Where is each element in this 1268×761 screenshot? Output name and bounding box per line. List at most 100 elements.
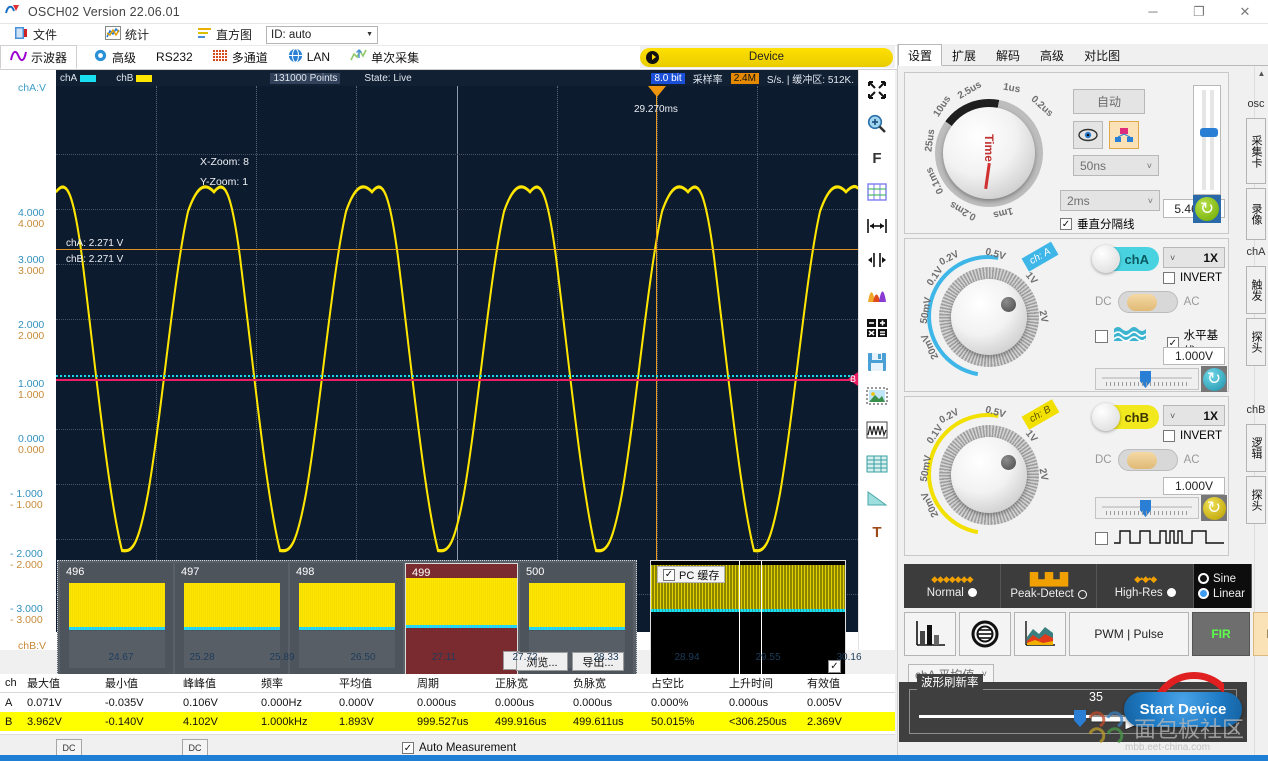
fir-button[interactable]: FIR	[1192, 612, 1250, 656]
menu-item-statistics[interactable]: 统计	[97, 25, 157, 45]
toggle-switch[interactable]	[1118, 449, 1178, 471]
timebase-vertical-slider[interactable]	[1193, 85, 1221, 195]
fft-f-icon[interactable]: F	[862, 144, 892, 172]
side-tab-capture-card[interactable]: 采集卡	[1246, 118, 1266, 184]
pc-buffer-checkbox[interactable]: ✓ PC 缓存	[657, 566, 725, 583]
mode-high-res[interactable]: ◆•◆•◆ High-Res	[1097, 564, 1194, 608]
toggle-switch[interactable]	[1118, 291, 1178, 313]
chB-invert-checkbox[interactable]: INVERT	[1163, 430, 1222, 442]
device-button[interactable]: Device	[640, 48, 893, 67]
mode-normal[interactable]: ◆◆◆◆◆◆◆ Normal	[904, 564, 1001, 608]
waveform-icon[interactable]	[862, 416, 892, 444]
eye-icon-button[interactable]	[1073, 121, 1103, 149]
table-row[interactable]: B 3.962V -0.140V 4.102V 1.000kHz 1.893V …	[0, 712, 895, 731]
table-icon[interactable]	[862, 450, 892, 478]
auto-measurement-checkbox[interactable]: ✓ Auto Measurement	[402, 742, 516, 754]
tab-extensions[interactable]: 扩展	[942, 44, 986, 66]
pwm-pulse-button[interactable]: PWM | Pulse	[1069, 612, 1189, 656]
close-button[interactable]: ✕	[1222, 0, 1268, 24]
chA-offset-slider[interactable]	[1095, 368, 1199, 390]
baseline-chA[interactable]	[56, 375, 858, 377]
text-tool-icon[interactable]: T	[862, 518, 892, 546]
chB-enable-toggle[interactable]: chB	[1095, 405, 1159, 429]
trigger-level-icon-button[interactable]	[1109, 121, 1139, 149]
auto-button[interactable]: 自动	[1073, 89, 1145, 114]
reset-button[interactable]: Reset	[1253, 612, 1268, 656]
histogram-color-icon[interactable]	[862, 280, 892, 308]
zoom-in-icon[interactable]	[862, 110, 892, 138]
image-export-icon[interactable]	[862, 382, 892, 410]
baseline-chB[interactable]	[56, 379, 858, 381]
chA-invert-checkbox[interactable]: INVERT	[1163, 272, 1222, 284]
chA-enable-toggle[interactable]: chA	[1095, 247, 1159, 271]
menu-item-histogram[interactable]: 直方图	[189, 25, 260, 45]
settings-gear-icon-button[interactable]	[959, 612, 1011, 656]
area-chart-icon-button[interactable]	[1014, 612, 1066, 656]
vertical-measure-icon[interactable]	[862, 246, 892, 274]
chA-reset-button[interactable]: ↻	[1201, 366, 1227, 392]
tab-lan[interactable]: LAN	[278, 45, 340, 69]
expand-arrows-icon[interactable]	[862, 76, 892, 104]
timebase-reset-button[interactable]: ↻	[1193, 195, 1221, 223]
chA-volts-knob[interactable]: 0.2V 0.5V 0.1V 1V 50mV 2V 20mV ch: A	[913, 245, 1083, 387]
slider-handle[interactable]	[1200, 128, 1218, 137]
timebase-knob[interactable]: Time 2.5us 1us 0.2us 10us 25us 0.1ms 0.2…	[919, 83, 1059, 223]
table-row[interactable]: A 0.071V -0.035V 0.106V 0.000Hz 0.000V 0…	[0, 693, 895, 712]
grid-table-icon[interactable]	[862, 178, 892, 206]
side-tab-record[interactable]: 录像	[1246, 188, 1266, 240]
tab-advanced[interactable]: 高级	[83, 45, 146, 69]
tab-multichannel[interactable]: 多通道	[203, 45, 278, 69]
ruler-icon[interactable]	[862, 484, 892, 512]
side-tab-trigger[interactable]: 触发	[1246, 266, 1266, 314]
chA-probe-select[interactable]: ˅ 1X	[1163, 247, 1225, 268]
cell-value: 0.005V	[802, 697, 880, 709]
tab-compare[interactable]: 对比图	[1074, 44, 1130, 66]
horizontal-measure-icon[interactable]	[862, 212, 892, 240]
timebase-fine-select[interactable]: 50ns ˅	[1073, 155, 1159, 176]
radio-icon[interactable]	[1078, 590, 1087, 599]
tab-oscilloscope[interactable]: 示波器	[0, 45, 77, 69]
histogram-icon	[197, 26, 212, 43]
col-rms: 有效值	[802, 675, 880, 691]
tab-settings[interactable]: 设置	[898, 44, 942, 66]
chB-probe-select[interactable]: ˅ 1X	[1163, 405, 1225, 426]
tab-single-capture[interactable]: 单次采集	[340, 45, 429, 69]
watermark-text: 面包板社区	[1134, 712, 1244, 744]
vertical-divider-checkbox[interactable]: ✓ 垂直分隔线	[1060, 216, 1135, 232]
side-tab-probe[interactable]: 探头	[1246, 318, 1266, 366]
chB-reset-button[interactable]: ↻	[1201, 495, 1227, 521]
tab-advanced[interactable]: 高级	[1030, 44, 1074, 66]
menu-item-file[interactable]: 文件	[6, 25, 65, 45]
chB-offset-slider[interactable]	[1095, 497, 1199, 519]
chB-volts-knob[interactable]: 0.2V 0.5V 0.1V 1V 50mV 2V 20mV ch: B	[913, 403, 1083, 551]
vertical-cursor-line[interactable]	[656, 86, 657, 632]
minimize-button[interactable]: ─	[1130, 0, 1176, 24]
waveform-plot[interactable]: X-Zoom: 8 Y-Zoom: 1 chA: 2.271 V chB: 2.…	[56, 86, 858, 632]
id-select[interactable]: ID: auto ▼	[266, 26, 378, 44]
horizontal-cursor-line[interactable]	[56, 249, 858, 250]
chA-coupling-toggle[interactable]: DC AC	[1095, 291, 1200, 313]
timebase-coarse-select[interactable]: 2ms ˅	[1060, 190, 1160, 211]
side-tab-logic[interactable]: 逻辑	[1246, 424, 1266, 472]
x-tick: 24.67	[108, 652, 133, 663]
trigger-marker-icon[interactable]	[648, 86, 666, 97]
tab-rs232[interactable]: RS232	[146, 45, 203, 69]
side-tab-probe[interactable]: 探头	[1246, 476, 1266, 524]
bar-chart-icon-button[interactable]	[904, 612, 956, 656]
tab-decode[interactable]: 解码	[986, 44, 1030, 66]
maximize-button[interactable]: ❐	[1176, 0, 1222, 24]
chA-filter-checkbox[interactable]	[1095, 325, 1148, 348]
mode-peak-detect[interactable]: █▄█▄█ Peak-Detect	[1001, 564, 1098, 608]
save-icon[interactable]	[862, 348, 892, 376]
radio-icon[interactable]	[968, 588, 977, 597]
chB-pulse-checkbox[interactable]	[1095, 527, 1224, 550]
col-max: 最大值	[22, 675, 100, 691]
calculator-icon[interactable]	[862, 314, 892, 342]
scope-area: chA:V chB:V 4.000 4.000 3.000 3.000 2.00…	[0, 70, 895, 650]
radio-icon[interactable]	[1198, 588, 1209, 599]
pulse-wave-icon	[1114, 527, 1224, 550]
radio-icon[interactable]	[1167, 588, 1176, 597]
cell-ch: B	[0, 716, 22, 728]
chB-coupling-toggle[interactable]: DC AC	[1095, 449, 1200, 471]
radio-icon[interactable]	[1198, 573, 1209, 584]
